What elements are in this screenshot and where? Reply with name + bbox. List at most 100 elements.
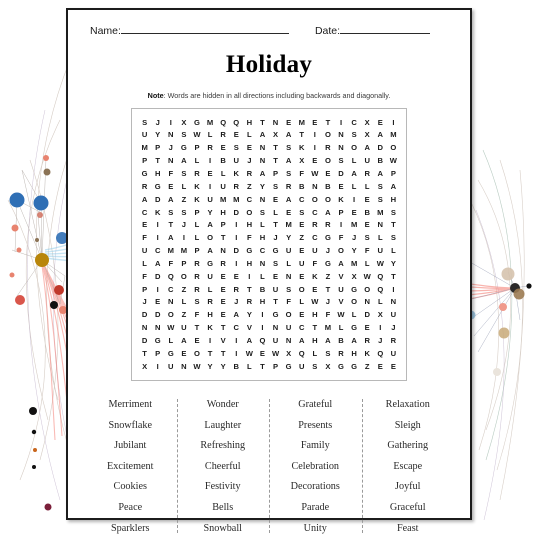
grid-cell-r20-c13[interactable]: U [299,363,304,371]
grid-cell-r12-c11[interactable]: S [273,260,278,268]
grid-cell-r14-c12[interactable]: S [286,285,291,294]
grid-cell-r8-c15[interactable]: A [325,208,330,217]
grid-cell-r20-c5[interactable]: W [193,363,200,371]
grid-cell-r20-c10[interactable]: T [260,363,265,371]
grid-cell-r7-c14[interactable]: O [312,196,318,204]
grid-cell-r15-c20[interactable]: N [391,298,396,306]
grid-cell-r14-c11[interactable]: U [273,285,278,294]
grid-cell-r7-c2[interactable]: D [155,196,160,204]
grid-cell-r19-c12[interactable]: X [286,350,291,358]
grid-cell-r15-c11[interactable]: T [273,298,278,306]
grid-cell-r4-c4[interactable]: A [181,157,186,165]
grid-cell-r18-c19[interactable]: J [378,337,382,345]
grid-cell-r2-c12[interactable]: A [286,131,291,139]
grid-cell-r19-c7[interactable]: T [221,350,226,358]
grid-cell-r4-c16[interactable]: S [338,157,343,165]
grid-cell-r3-c18[interactable]: A [364,144,369,152]
grid-cell-r5-c7[interactable]: L [221,170,226,178]
grid-cell-r11-c11[interactable]: G [273,247,279,255]
grid-cell-r8-c13[interactable]: S [299,208,304,217]
grid-cell-r15-c4[interactable]: L [182,298,187,306]
grid-cell-r20-c6[interactable]: Y [208,363,213,371]
grid-cell-r12-c13[interactable]: U [299,260,304,268]
word-list-item[interactable]: Jubilant [84,436,177,457]
grid-cell-r2-c15[interactable]: O [325,131,331,139]
grid-cell-r3-c11[interactable]: T [273,144,278,152]
grid-cell-r1-c14[interactable]: E [312,119,317,127]
grid-cell-r2-c18[interactable]: X [365,131,370,139]
grid-cell-r6-c19[interactable]: S [378,183,383,191]
grid-cell-r1-c1[interactable]: S [142,119,147,127]
grid-cell-r14-c17[interactable]: G [351,285,357,294]
grid-cell-r12-c19[interactable]: W [377,260,384,268]
grid-cell-r15-c1[interactable]: J [142,298,146,306]
grid-cell-r4-c8[interactable]: U [234,157,239,165]
grid-cell-r14-c5[interactable]: R [194,285,199,294]
grid-cell-r9-c20[interactable]: T [391,221,396,229]
grid-cell-r5-c14[interactable]: W [311,170,318,178]
grid-cell-r1-c13[interactable]: M [299,119,305,127]
grid-cell-r2-c3[interactable]: N [168,131,173,139]
word-list-item[interactable]: Wonder [177,395,270,416]
word-list-item[interactable]: Joyful [362,477,455,498]
word-list-item[interactable]: Parade [269,498,362,519]
grid-cell-r3-c15[interactable]: R [325,144,330,152]
grid-cell-r13-c9[interactable]: I [248,273,250,281]
grid-cell-r17-c6[interactable]: K [207,324,212,332]
grid-cell-r17-c14[interactable]: T [313,324,318,332]
grid-cell-r17-c13[interactable]: C [299,324,304,332]
grid-cell-r13-c15[interactable]: Z [326,273,331,281]
grid-cell-r14-c7[interactable]: E [221,285,226,294]
grid-cell-r8-c18[interactable]: B [364,208,369,217]
grid-cell-r4-c2[interactable]: T [155,157,160,165]
grid-cell-r15-c16[interactable]: V [338,298,343,306]
grid-cell-r3-c14[interactable]: I [314,144,316,152]
grid-cell-r3-c2[interactable]: P [155,144,160,152]
grid-cell-r16-c19[interactable]: X [378,311,383,319]
grid-cell-r9-c6[interactable]: A [207,221,212,229]
grid-cell-r12-c2[interactable]: A [155,260,160,268]
grid-cell-r19-c3[interactable]: G [168,350,174,358]
grid-cell-r6-c20[interactable]: A [391,183,396,191]
grid-cell-r5-c20[interactable]: P [391,170,396,178]
grid-cell-r18-c15[interactable]: A [325,337,330,345]
grid-cell-r9-c18[interactable]: E [365,221,370,229]
grid-cell-r18-c8[interactable]: I [235,337,237,345]
grid-cell-r2-c1[interactable]: U [142,131,147,139]
grid-cell-r12-c16[interactable]: A [338,260,343,268]
grid-cell-r9-c3[interactable]: T [168,221,173,229]
grid-cell-r8-c16[interactable]: P [338,208,343,217]
grid-cell-r7-c18[interactable]: E [365,196,370,204]
grid-cell-r4-c1[interactable]: P [142,157,147,165]
word-list-item[interactable]: Laughter [177,415,270,436]
grid-cell-r20-c14[interactable]: S [312,363,317,371]
grid-cell-r10-c4[interactable]: I [183,234,185,242]
grid-cell-r9-c4[interactable]: J [182,221,186,229]
grid-cell-r12-c6[interactable]: G [207,260,213,268]
grid-cell-r18-c9[interactable]: A [247,337,252,345]
grid-cell-r2-c14[interactable]: I [314,131,316,139]
grid-cell-r2-c10[interactable]: A [260,131,265,139]
grid-cell-r4-c11[interactable]: T [273,157,278,165]
grid-cell-r1-c16[interactable]: I [340,119,342,127]
grid-cell-r15-c7[interactable]: E [221,298,226,306]
grid-cell-r1-c9[interactable]: H [247,119,252,127]
grid-cell-r19-c2[interactable]: P [155,350,160,358]
grid-cell-r5-c9[interactable]: R [247,170,252,178]
grid-cell-r11-c12[interactable]: U [286,247,291,255]
grid-cell-r2-c16[interactable]: N [338,131,343,139]
grid-cell-r5-c16[interactable]: D [338,170,343,178]
grid-cell-r1-c8[interactable]: Q [233,119,239,127]
grid-cell-r5-c11[interactable]: P [273,170,278,178]
grid-cell-r19-c4[interactable]: E [181,350,186,358]
grid-cell-r19-c9[interactable]: W [246,350,253,358]
grid-cell-r19-c5[interactable]: O [194,350,200,358]
grid-cell-r7-c12[interactable]: A [286,196,291,204]
grid-cell-r12-c5[interactable]: R [194,260,199,268]
grid-cell-r12-c18[interactable]: L [365,260,370,268]
grid-cell-r16-c4[interactable]: Z [182,311,187,319]
grid-cell-r13-c4[interactable]: O [181,273,187,281]
grid-cell-r13-c19[interactable]: Q [377,273,383,281]
grid-cell-r20-c19[interactable]: E [378,363,383,371]
grid-cell-r6-c16[interactable]: E [338,183,343,191]
